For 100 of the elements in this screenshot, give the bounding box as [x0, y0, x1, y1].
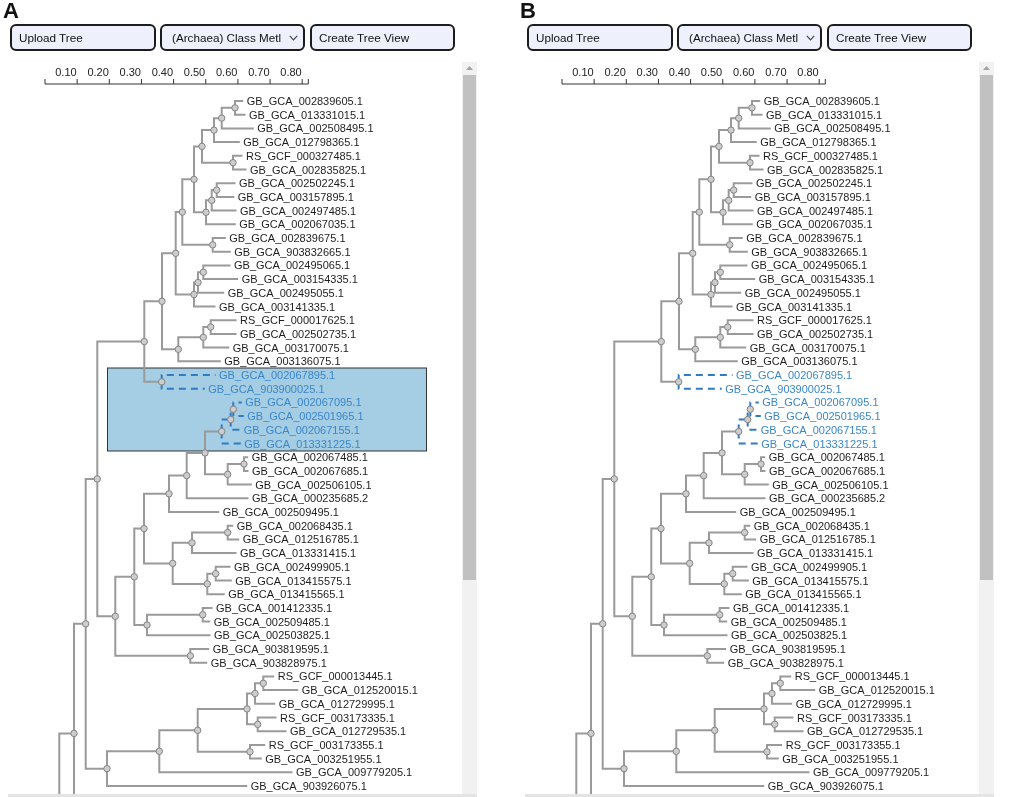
tree-node-icon[interactable] — [178, 208, 186, 216]
tree-node-icon[interactable] — [199, 611, 207, 619]
tree-node-icon[interactable] — [103, 764, 111, 773]
leaf-label[interactable]: GB_GCA_002503825.1 — [214, 629, 331, 642]
tree-node-icon[interactable] — [707, 290, 715, 299]
leaf-label[interactable]: GB_GCA_003136075.1 — [224, 355, 341, 368]
leaf-label[interactable]: GB_GCA_013415575.1 — [752, 574, 869, 587]
class-dropdown[interactable]: (Archaea) Class Metl — [160, 24, 305, 51]
leaf-label[interactable]: GB_GCA_903828975.1 — [210, 656, 327, 669]
tree-node-icon[interactable] — [735, 114, 743, 122]
leaf-label[interactable]: GB_GCA_002499905.1 — [751, 560, 868, 573]
vertical-scrollbar[interactable] — [462, 62, 477, 794]
leaf-label[interactable]: GB_GCA_012520015.1 — [301, 684, 418, 697]
tree-node-icon[interactable] — [660, 621, 668, 629]
leaf-label[interactable]: RS_GCF_000327485.1 — [763, 149, 878, 162]
leaf-label[interactable]: GB_GCA_002495065.1 — [234, 259, 351, 272]
tree-node-icon[interactable] — [682, 490, 690, 498]
tree-node-icon[interactable] — [240, 460, 248, 468]
tree-node-icon[interactable] — [190, 290, 198, 299]
leaf-label[interactable]: GB_GCA_002067485.1 — [251, 451, 368, 464]
tree-node-icon[interactable] — [194, 726, 202, 735]
tree-node-icon[interactable] — [657, 337, 665, 346]
leaf-label[interactable]: GB_GCA_002499905.1 — [234, 560, 351, 573]
leaf-label[interactable]: GB_GCA_002067095.1 — [762, 396, 879, 409]
tree-node-icon[interactable] — [218, 427, 226, 436]
tree-node-icon[interactable] — [771, 720, 779, 729]
leaf-label[interactable]: GB_GCA_002502245.1 — [239, 177, 356, 190]
tree-node-icon[interactable] — [251, 689, 259, 698]
scrollbar-thumb[interactable] — [463, 75, 476, 580]
leaf-label[interactable]: GB_GCA_003251955.1 — [265, 752, 382, 765]
tree-node-icon[interactable] — [716, 611, 724, 619]
leaf-label[interactable]: GB_GCA_903819595.1 — [729, 643, 846, 655]
leaf-label[interactable]: RS_GCF_000013445.1 — [794, 670, 910, 683]
tree-node-icon[interactable] — [647, 573, 655, 581]
leaf-label[interactable]: GB_GCA_012516785.1 — [242, 533, 359, 546]
tree-node-icon[interactable] — [657, 524, 665, 533]
leaf-label[interactable]: RS_GCF_003173335.1 — [797, 711, 912, 724]
leaf-label[interactable]: RS_GCF_000017625.1 — [240, 314, 355, 327]
tree-node-icon[interactable] — [194, 278, 202, 287]
leaf-label[interactable]: GB_GCA_009779205.1 — [813, 766, 930, 779]
tree-node-icon[interactable] — [259, 679, 267, 687]
leaf-label[interactable]: GB_GCA_001412335.1 — [216, 601, 333, 614]
selection-rectangle[interactable] — [107, 367, 427, 452]
leaf-label[interactable]: RS_GCF_000327485.1 — [246, 149, 361, 162]
tree-node-icon[interactable] — [93, 475, 101, 483]
tree-node-icon[interactable] — [691, 345, 699, 353]
tree-node-icon[interactable] — [229, 405, 237, 413]
tree-node-icon[interactable] — [199, 268, 207, 276]
tree-node-icon[interactable] — [744, 415, 752, 424]
tree-node-icon[interactable] — [715, 142, 723, 151]
leaf-label[interactable]: GB_GCA_003154335.1 — [241, 273, 358, 286]
leaf-label[interactable]: GB_GCA_012729535.1 — [290, 725, 407, 738]
leaf-label[interactable]: GB_GCA_003141335.1 — [736, 300, 853, 313]
tree-node-icon[interactable] — [705, 539, 713, 547]
tree-node-icon[interactable] — [720, 580, 728, 588]
leaf-label[interactable]: GB_GCA_003136075.1 — [741, 355, 858, 368]
leaf-label[interactable]: GB_GCA_012798365.1 — [243, 136, 360, 149]
tree-node-icon[interactable] — [610, 475, 618, 483]
tree-node-icon[interactable] — [675, 297, 683, 305]
leaf-label[interactable]: GB_GCA_002502735.1 — [757, 327, 874, 340]
leaf-label[interactable]: GB_GCA_012798365.1 — [760, 136, 877, 149]
tree-node-icon[interactable] — [199, 333, 207, 342]
tree-node-icon[interactable] — [207, 323, 215, 331]
leaf-label[interactable]: GB_GCA_002509485.1 — [730, 615, 847, 628]
tree-node-icon[interactable] — [158, 378, 166, 386]
leaf-label[interactable]: GB_GCA_002502245.1 — [756, 177, 873, 190]
leaf-label[interactable]: GB_GCA_002839605.1 — [763, 95, 880, 107]
tree-node-icon[interactable] — [227, 415, 235, 424]
tree-node-icon[interactable] — [188, 539, 196, 547]
tree-node-icon[interactable] — [700, 471, 708, 480]
leaf-label[interactable]: GB_GCA_002835825.1 — [767, 163, 884, 176]
tree-node-icon[interactable] — [208, 196, 216, 204]
leaf-label[interactable]: GB_GCA_903819595.1 — [212, 643, 329, 655]
tree-node-icon[interactable] — [587, 729, 595, 738]
leaf-label[interactable]: GB_GCA_012516785.1 — [759, 533, 876, 546]
upload-tree-button[interactable]: Upload Tree — [10, 24, 156, 51]
leaf-label[interactable]: GB_GCA_002509495.1 — [222, 506, 339, 518]
leaf-label[interactable]: GB_GCA_002839605.1 — [246, 95, 363, 107]
leaf-label[interactable]: GB_GCA_003154335.1 — [758, 273, 875, 286]
class-dropdown[interactable]: (Archaea) Class Metl — [677, 24, 822, 51]
tree-node-icon[interactable] — [703, 652, 711, 660]
tree-node-icon[interactable] — [229, 158, 237, 167]
tree-node-icon[interactable] — [746, 405, 754, 413]
tree-node-icon[interactable] — [213, 186, 221, 194]
tree-node-icon[interactable] — [224, 528, 232, 537]
tree-node-icon[interactable] — [711, 726, 719, 735]
tree-node-icon[interactable] — [776, 679, 784, 687]
tree-node-icon[interactable] — [716, 333, 724, 342]
leaf-label[interactable]: RS_GCF_003173335.1 — [280, 711, 395, 724]
leaf-label[interactable]: RS_GCF_003173355.1 — [268, 738, 384, 751]
leaf-label[interactable]: GB_GCA_002502735.1 — [240, 327, 357, 340]
leaf-label[interactable]: GB_GCA_002067485.1 — [768, 451, 885, 464]
leaf-label[interactable]: GB_GCA_013415575.1 — [235, 574, 352, 587]
leaf-label[interactable]: RS_GCF_000013445.1 — [277, 670, 393, 683]
leaf-label[interactable]: GB_GCA_002509495.1 — [739, 506, 856, 518]
leaf-label[interactable]: GB_GCA_903900025.1 — [725, 382, 842, 395]
leaf-label[interactable]: GB_GCA_002067685.1 — [769, 464, 886, 477]
tree-node-icon[interactable] — [689, 249, 697, 257]
leaf-label[interactable]: GB_GCA_002501965.1 — [764, 410, 881, 423]
tree-node-icon[interactable] — [686, 559, 694, 568]
